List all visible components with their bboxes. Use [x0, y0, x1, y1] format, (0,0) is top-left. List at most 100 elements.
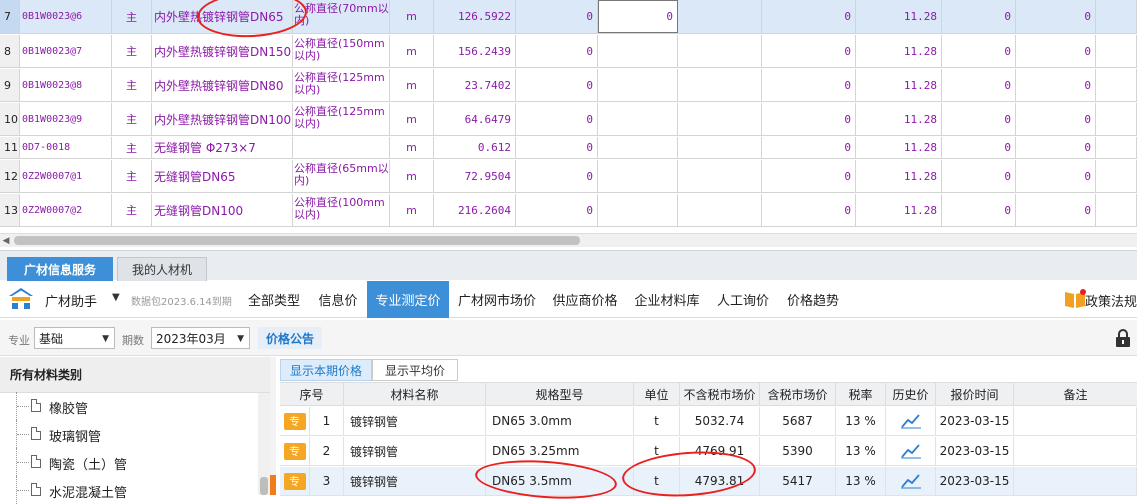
- value-cell[interactable]: [678, 103, 762, 135]
- row-number[interactable]: 10: [0, 103, 20, 135]
- material-quantity[interactable]: 156.2439: [434, 35, 516, 67]
- horizontal-scrollbar[interactable]: ◀: [0, 233, 1137, 247]
- value-cell[interactable]: [598, 194, 678, 226]
- col-note[interactable]: 备注: [1014, 383, 1137, 406]
- material-code[interactable]: 0B1W0023@9: [20, 103, 112, 135]
- major-select[interactable]: 基础 ▼: [34, 327, 115, 349]
- nav-labor-inquiry[interactable]: 人工询价: [709, 281, 777, 318]
- material-spec[interactable]: [293, 137, 390, 158]
- material-name[interactable]: 内外壁热镀锌钢管DN100: [152, 103, 293, 135]
- value-cell[interactable]: 0: [942, 0, 1016, 33]
- policy-link[interactable]: 政策法规: [1085, 291, 1137, 310]
- material-name[interactable]: 内外壁热镀锌钢管DN65: [152, 0, 293, 33]
- material-code[interactable]: 0B1W0023@7: [20, 35, 112, 67]
- value-cell[interactable]: 0: [942, 194, 1016, 226]
- value-cell[interactable]: 0: [942, 103, 1016, 135]
- scroll-left-icon[interactable]: ◀: [0, 234, 12, 247]
- tab-guangcai-info-service[interactable]: 广材信息服务: [7, 257, 113, 281]
- value-cell[interactable]: 0: [516, 0, 598, 33]
- policy-book-icon[interactable]: [1064, 289, 1086, 309]
- tab-my-materials[interactable]: 我的人材机: [117, 257, 207, 281]
- value-cell[interactable]: [678, 194, 762, 226]
- value-cell[interactable]: 0: [1016, 194, 1096, 226]
- material-spec[interactable]: 公称直径(70mm以内): [293, 0, 390, 33]
- value-cell[interactable]: [598, 137, 678, 158]
- value-cell[interactable]: 11.28: [856, 35, 942, 67]
- history-chart-icon[interactable]: [886, 437, 936, 465]
- value-cell[interactable]: 0: [762, 103, 856, 135]
- value-cell[interactable]: [598, 160, 678, 192]
- material-unit[interactable]: m: [390, 194, 434, 226]
- toggle-average-price[interactable]: 显示平均价: [372, 359, 458, 381]
- value-cell[interactable]: [1096, 137, 1137, 158]
- value-cell[interactable]: 11.28: [856, 137, 942, 158]
- material-code[interactable]: 0Z2W0007@1: [20, 160, 112, 192]
- nav-professional-price[interactable]: 专业测定价: [367, 281, 449, 318]
- value-cell[interactable]: [1096, 0, 1137, 33]
- material-unit[interactable]: m: [390, 160, 434, 192]
- value-cell[interactable]: 0: [1016, 137, 1096, 158]
- value-cell[interactable]: [1096, 194, 1137, 226]
- material-spec[interactable]: 公称直径(125mm以内): [293, 69, 390, 101]
- row-number[interactable]: 12: [0, 160, 20, 192]
- value-cell[interactable]: 0: [598, 0, 678, 33]
- nav-supplier-price[interactable]: 供应商价格: [545, 281, 625, 318]
- col-spec[interactable]: 规格型号: [486, 383, 634, 406]
- table-row[interactable]: 13 0Z2W0007@2 主无缝钢管DN100 公称直径(100mm以内) m 216.…: [0, 194, 1137, 227]
- value-cell[interactable]: [598, 103, 678, 135]
- row-number[interactable]: 13: [0, 194, 20, 226]
- material-unit[interactable]: m: [390, 35, 434, 67]
- material-spec[interactable]: 公称直径(65mm以内): [293, 160, 390, 192]
- row-number[interactable]: 11: [0, 137, 20, 158]
- material-quantity[interactable]: 126.5922: [434, 0, 516, 33]
- table-row[interactable]: 12 0Z2W0007@1 主无缝钢管DN65 公称直径(65mm以内) m 72.950…: [0, 160, 1137, 193]
- price-row[interactable]: 专 3 镀锌钢管 DN65 3.5mm t 4793.81 5417 13 % 2023-03-…: [280, 467, 1137, 496]
- value-cell[interactable]: [678, 137, 762, 158]
- nav-enterprise-library[interactable]: 企业材料库: [627, 281, 707, 318]
- tree-item[interactable]: 玻璃钢管: [0, 420, 258, 448]
- value-cell[interactable]: [598, 69, 678, 101]
- toggle-current-price[interactable]: 显示本期价格: [280, 359, 372, 381]
- material-code[interactable]: 0B1W0023@8: [20, 69, 112, 101]
- value-cell[interactable]: 0: [762, 35, 856, 67]
- tree-header[interactable]: 所有材料类别: [0, 357, 270, 393]
- material-name[interactable]: 无缝钢管DN65: [152, 160, 293, 192]
- value-cell[interactable]: 11.28: [856, 160, 942, 192]
- row-number[interactable]: 9: [0, 69, 20, 101]
- scrollbar-thumb[interactable]: [260, 477, 268, 495]
- brand-label[interactable]: 广材助手: [45, 291, 97, 310]
- value-cell[interactable]: [678, 69, 762, 101]
- material-quantity[interactable]: 216.2604: [434, 194, 516, 226]
- material-code[interactable]: 0D7-0018: [20, 137, 112, 158]
- nav-market-price[interactable]: 广材网市场价: [451, 281, 543, 318]
- period-select[interactable]: 2023年03月 ▼: [151, 327, 250, 349]
- material-flag[interactable]: 主: [112, 69, 152, 101]
- col-quote-date[interactable]: 报价时间: [936, 383, 1014, 406]
- material-name[interactable]: 内外壁热镀锌钢管DN80: [152, 69, 293, 101]
- value-cell[interactable]: [1096, 69, 1137, 101]
- material-flag[interactable]: 主: [112, 0, 152, 33]
- value-cell[interactable]: 11.28: [856, 194, 942, 226]
- col-index[interactable]: 序号: [280, 383, 344, 406]
- value-cell[interactable]: 0: [762, 137, 856, 158]
- nav-info-price[interactable]: 信息价: [310, 281, 366, 318]
- table-row[interactable]: 9 0B1W0023@8 主内外壁热镀锌钢管DN80 公称直径(125mm以内) m 23…: [0, 69, 1137, 102]
- value-cell[interactable]: [1096, 35, 1137, 67]
- nav-all-types[interactable]: 全部类型: [240, 281, 308, 318]
- material-unit[interactable]: m: [390, 137, 434, 158]
- material-name[interactable]: 无缝钢管DN100: [152, 194, 293, 226]
- material-flag[interactable]: 主: [112, 103, 152, 135]
- value-cell[interactable]: 0: [516, 160, 598, 192]
- table-row[interactable]: 11 0D7-0018 主无缝钢管 Φ273×7 m 0.612 0 0 11.28 0 0: [0, 137, 1137, 159]
- value-cell[interactable]: [678, 0, 762, 33]
- material-flag[interactable]: 主: [112, 35, 152, 67]
- material-flag[interactable]: 主: [112, 137, 152, 158]
- value-cell[interactable]: [598, 35, 678, 67]
- material-unit[interactable]: m: [390, 69, 434, 101]
- value-cell[interactable]: 11.28: [856, 69, 942, 101]
- history-chart-icon[interactable]: [886, 467, 936, 495]
- value-cell[interactable]: 0: [942, 69, 1016, 101]
- material-code[interactable]: 0Z2W0007@2: [20, 194, 112, 226]
- material-unit[interactable]: m: [390, 0, 434, 33]
- value-cell[interactable]: 0: [1016, 69, 1096, 101]
